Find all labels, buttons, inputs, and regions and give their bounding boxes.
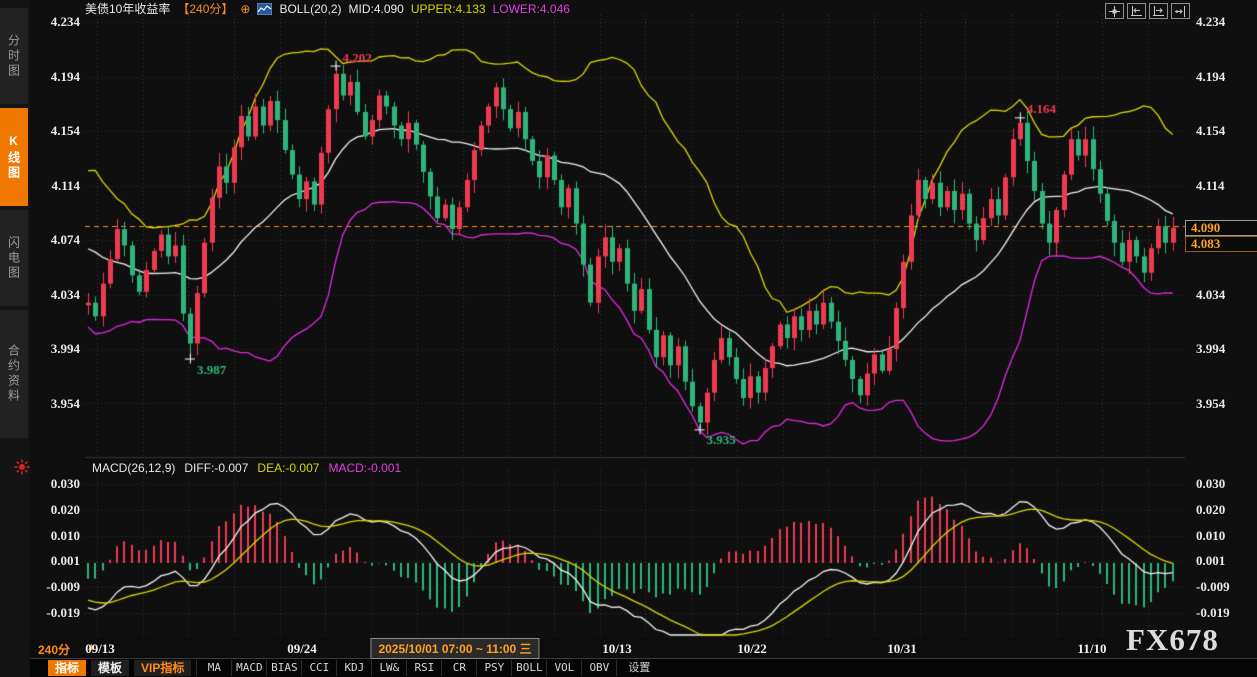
- macd-tick-right: 0.030: [1196, 476, 1246, 492]
- toolbar-tab-1[interactable]: 指标: [48, 660, 86, 676]
- sidebar: 分时图 K线图闪电图合约资料: [0, 0, 30, 677]
- x-axis-row: 240分 ▲ 2025/10/01 07:00 ~ 11:00 三 09/130…: [30, 638, 1257, 659]
- sidebar-tab-3[interactable]: 闪电图: [0, 210, 28, 306]
- boll-lower-value: LOWER:4.046: [493, 2, 570, 16]
- price-tick-right: 4.234: [1196, 14, 1246, 30]
- macd-diff-value: DIFF:-0.007: [184, 461, 248, 475]
- selected-candle-timestamp: 2025/10/01 07:00 ~ 11:00 三: [370, 638, 539, 659]
- x-axis-date: 10/13: [602, 641, 632, 657]
- indicator-button-boll[interactable]: BOLL: [511, 660, 546, 676]
- hot-live-icon: [14, 459, 30, 475]
- x-axis-date: 10/31: [887, 641, 917, 657]
- indicator-button-cci[interactable]: CCI: [301, 660, 336, 676]
- indicator-button-psy[interactable]: PSY: [476, 660, 511, 676]
- sidebar-tab-1[interactable]: 分时图: [0, 8, 28, 104]
- trading-app: 分时图 K线图闪电图合约资料 美债10年收益率 【240分】 ⊕ BOLL(20,…: [0, 0, 1257, 677]
- macd-tick-right: 0.020: [1196, 502, 1246, 518]
- price-tick-right: 4.034: [1196, 287, 1246, 303]
- indicator-button-bias[interactable]: BIAS: [266, 660, 301, 676]
- indicator-button-ma[interactable]: MA: [196, 660, 231, 676]
- price-tag-mid: 4.090: [1185, 220, 1257, 236]
- price-tick-left: 4.234: [30, 14, 80, 30]
- indicator-button-kdj[interactable]: KDJ: [336, 660, 371, 676]
- x-axis-date: 09/24: [287, 641, 317, 657]
- settings-button[interactable]: 设置: [616, 660, 661, 676]
- price-tick-right: 3.994: [1196, 341, 1246, 357]
- macd-tick-left: -0.009: [30, 579, 80, 595]
- price-tick-left: 4.074: [30, 232, 80, 248]
- macd-value: MACD:-0.001: [328, 461, 401, 475]
- price-tick-left: 3.994: [30, 341, 80, 357]
- boll-mid-value: MID:4.090: [349, 2, 404, 16]
- price-tick-right: 4.194: [1196, 69, 1246, 85]
- fx678-watermark: FX678: [1126, 622, 1219, 658]
- toolbar-tab-3[interactable]: VIP指标: [134, 660, 191, 676]
- macd-tick-right: -0.009: [1196, 579, 1246, 595]
- indicator-toolbar: 指标模板 VIP指标 MAMACDBIASCCIKDJLW&RSICRPSYBOLL…: [30, 659, 1257, 677]
- macd-tick-right: -0.019: [1196, 605, 1246, 621]
- price-tick-left: 3.954: [30, 396, 80, 412]
- macd-tick-left: 0.001: [30, 553, 80, 569]
- boll-upper-value: UPPER:4.133: [411, 2, 486, 16]
- macd-tick-left: 0.010: [30, 528, 80, 544]
- price-tick-left: 4.194: [30, 69, 80, 85]
- macd-tick-left: 0.020: [30, 502, 80, 518]
- x-axis-date: 11/10: [1078, 641, 1107, 657]
- macd-params-label: MACD(26,12,9): [92, 461, 175, 475]
- kline-chart-icon[interactable]: [257, 3, 272, 15]
- price-tick-right: 3.954: [1196, 396, 1246, 412]
- indicator-button-rsi[interactable]: RSI: [406, 660, 441, 676]
- macd-dea-value: DEA:-0.007: [257, 461, 319, 475]
- price-tick-right: 4.154: [1196, 123, 1246, 139]
- price-tick-right: 4.114: [1196, 178, 1246, 194]
- price-tick-left: 4.114: [30, 178, 80, 194]
- toolbar-tab-2[interactable]: 模板: [91, 660, 129, 676]
- price-tag-last: 4.083: [1185, 236, 1257, 252]
- x-axis-date: 09/13: [85, 641, 115, 657]
- indicator-button-vol[interactable]: VOL: [546, 660, 581, 676]
- chart-header: 美债10年收益率 【240分】 ⊕ BOLL(20,2) MID:4.090 U…: [85, 1, 570, 16]
- indicator-button-obv[interactable]: OBV: [581, 660, 616, 676]
- chart-canvas[interactable]: [85, 15, 1185, 637]
- period-label[interactable]: 240分: [38, 641, 70, 658]
- sidebar-tab-2[interactable]: K线图: [0, 108, 28, 206]
- price-tick-left: 4.154: [30, 123, 80, 139]
- indicator-button-macd[interactable]: MACD: [231, 660, 266, 676]
- macd-header: MACD(26,12,9) DIFF:-0.007 DEA:-0.007 MAC…: [92, 461, 401, 475]
- macd-tick-right: 0.001: [1196, 553, 1246, 569]
- macd-tick-right: 0.010: [1196, 528, 1246, 544]
- indicator-button-cr[interactable]: CR: [441, 660, 476, 676]
- sidebar-tab-4[interactable]: 合约资料: [0, 310, 28, 438]
- circle-plus-icon[interactable]: ⊕: [240, 2, 250, 16]
- price-tick-left: 4.034: [30, 287, 80, 303]
- indicator-button-lw&[interactable]: LW&: [371, 660, 406, 676]
- boll-label: BOLL(20,2): [279, 2, 341, 16]
- macd-tick-left: 0.030: [30, 476, 80, 492]
- macd-tick-left: -0.019: [30, 605, 80, 621]
- x-axis-date: 10/22: [737, 641, 767, 657]
